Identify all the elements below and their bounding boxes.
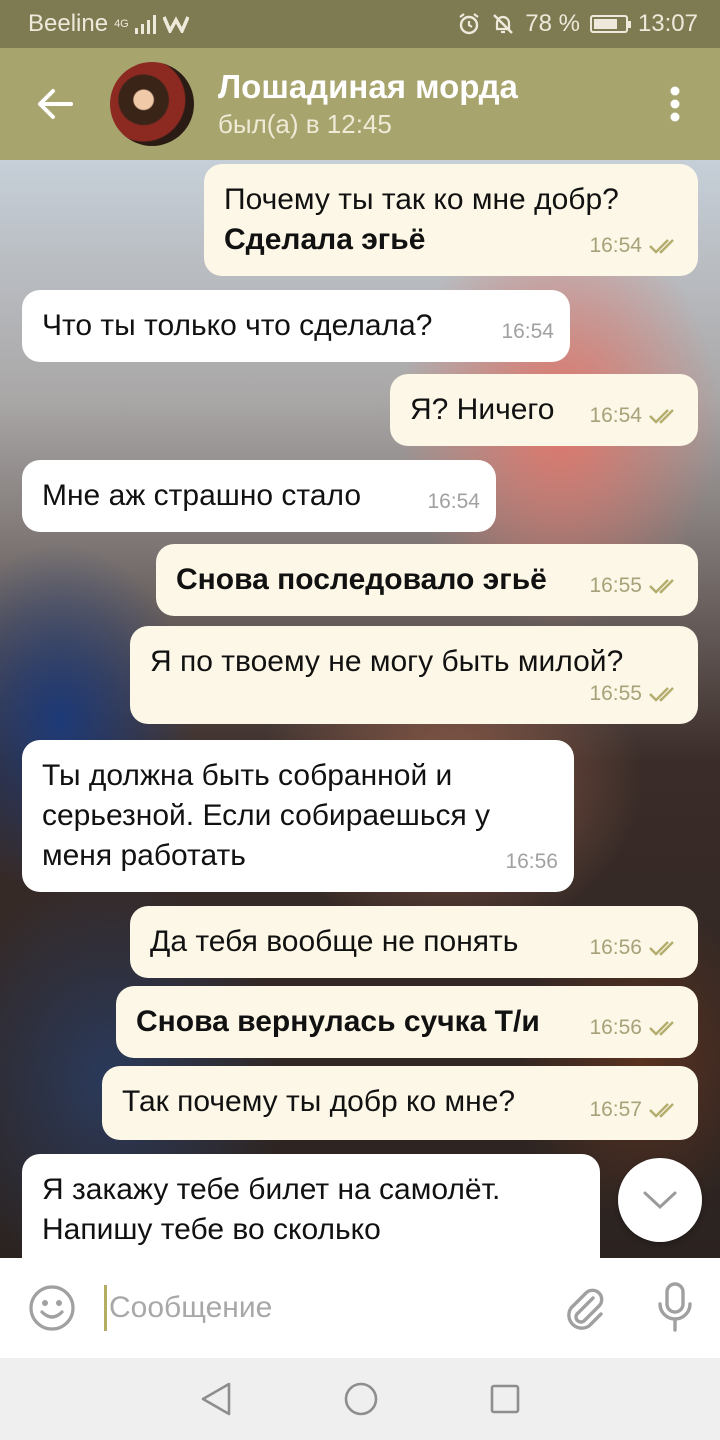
message-time: 16:56 [589, 936, 642, 959]
message-bubble[interactable]: Что ты только что сделала? 16:54 [22, 290, 570, 362]
mute-icon [493, 14, 514, 34]
message-bubble[interactable]: Почему ты так ко мне добр? Сделала эгьё … [204, 164, 698, 276]
contact-avatar[interactable] [110, 62, 194, 146]
battery-percent: 78 % [525, 10, 580, 37]
clock: 13:07 [637, 10, 698, 37]
whatsapp-notification-icon [162, 16, 189, 33]
message-bubble[interactable]: Снова вернулась сучка Т/и 16:56 [116, 986, 698, 1058]
read-ticks-icon [649, 239, 674, 254]
arrow-left-icon [38, 89, 73, 119]
message-text: серьезной. Если собираешься у [42, 799, 491, 832]
message-bubble[interactable]: Я по твоему не могу быть милой? 16:55 [130, 626, 698, 724]
network-type: 4G [114, 18, 129, 30]
recents-square-icon[interactable] [489, 1383, 521, 1415]
last-seen: был(а) в 12:45 [218, 109, 392, 139]
message-bubble[interactable]: Мне аж страшно стало 16:54 [22, 460, 496, 532]
home-circle-icon[interactable] [343, 1381, 379, 1417]
message-time: 16:54 [501, 320, 554, 343]
back-triangle-icon[interactable] [199, 1381, 233, 1417]
message-bubble[interactable]: Снова последовало эгьё 16:55 [156, 544, 698, 616]
contact-info[interactable]: Лошадиная морда был(а) в 12:45 [218, 67, 630, 141]
signal-icon [134, 15, 156, 34]
battery-icon [589, 15, 631, 33]
message-composer: Сообщение [0, 1258, 720, 1358]
message-time: 16:57 [589, 1098, 642, 1121]
message-bubble[interactable]: Ты должна быть собранной и серьезной. Ес… [22, 740, 574, 892]
message-bubble[interactable]: Я? Ничего 16:54 [390, 374, 698, 446]
back-button[interactable] [0, 48, 110, 160]
message-list[interactable]: Почему ты так ко мне добр? Сделала эгьё … [0, 160, 720, 1258]
message-time: 16:55 [589, 574, 642, 597]
more-vertical-icon [670, 86, 680, 122]
chevron-down-icon [643, 1191, 677, 1210]
microphone-button[interactable] [630, 1282, 720, 1334]
message-bubble[interactable]: Так почему ты добр ко мне? 16:57 [102, 1066, 698, 1140]
message-text: Я закажу тебе билет на самолёт. [42, 1173, 501, 1206]
message-input[interactable]: Сообщение [104, 1285, 540, 1331]
status-bar: Beeline 4G 78 % 13:07 [0, 0, 720, 48]
microphone-icon [658, 1282, 692, 1332]
message-time: 16:54 [589, 404, 642, 427]
smile-icon [29, 1285, 75, 1331]
message-time: 16:54 [589, 234, 642, 257]
paperclip-icon [567, 1288, 604, 1330]
message-time: 16:55 [589, 682, 642, 705]
message-time: 16:56 [505, 850, 558, 873]
read-ticks-icon [649, 409, 674, 424]
message-text: Мне аж страшно стало [42, 479, 362, 512]
message-text: Ты должна быть собранной и [42, 759, 453, 792]
emoji-button[interactable] [0, 1284, 104, 1332]
attach-button[interactable] [540, 1284, 630, 1332]
read-ticks-icon [649, 687, 674, 702]
message-bubble[interactable]: Я закажу тебе билет на самолёт. Напишу т… [22, 1154, 600, 1258]
scroll-down-button[interactable] [618, 1158, 702, 1242]
read-ticks-icon [649, 579, 674, 594]
message-text: Почему ты так ко мне добр? [224, 183, 619, 216]
message-time: 16:56 [589, 1016, 642, 1039]
message-time: 16:54 [427, 490, 480, 513]
read-ticks-icon [649, 941, 674, 956]
chat-header: Лошадиная морда был(а) в 12:45 [0, 48, 720, 160]
contact-name: Лошадиная морда [218, 68, 518, 105]
system-nav-bar [0, 1358, 720, 1440]
message-bubble[interactable]: Да тебя вообще не понять 16:56 [130, 906, 698, 978]
read-ticks-icon [649, 1103, 674, 1118]
alarm-icon [459, 13, 479, 35]
message-text: Напишу тебе во сколько [42, 1213, 381, 1246]
carrier-label: Beeline [28, 10, 109, 37]
message-text: меня работать [42, 839, 246, 872]
message-text: Что ты только что сделала? [42, 309, 433, 342]
menu-button[interactable] [630, 48, 720, 160]
read-ticks-icon [649, 1021, 674, 1036]
